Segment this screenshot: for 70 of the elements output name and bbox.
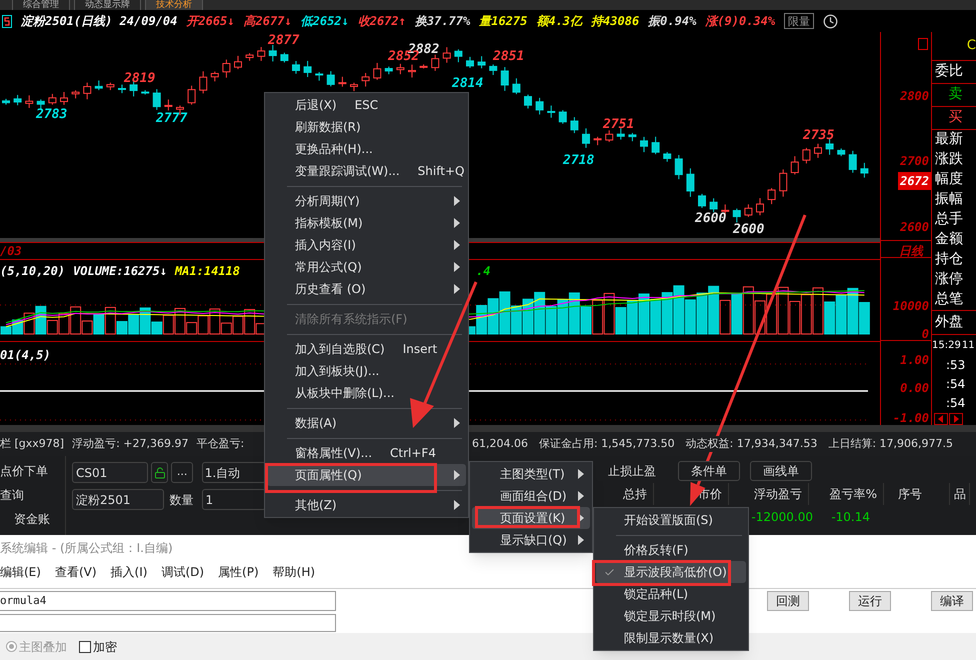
price-axis-label: 2700 [900, 153, 929, 170]
info-label: 总笔 [935, 290, 963, 310]
swing-price-label: 2814 [452, 77, 484, 91]
tick-time: :54 [946, 395, 966, 412]
indicator-title: 01(4,5) [0, 347, 51, 364]
tick-time: :53 [946, 357, 966, 374]
price-axis-label: 2800 [900, 88, 929, 105]
swing-price-label: 2819 [124, 72, 156, 86]
quote-field: 高2677↓ [244, 12, 292, 30]
swing-price-label: 2851 [493, 50, 524, 64]
tick-time: :54 [946, 376, 966, 394]
last-price-tag: 2672 [898, 172, 931, 190]
account-field: 平仓盈亏: [196, 436, 244, 452]
column-header: 序号 [894, 483, 950, 505]
table-cell-text: -10.14 [830, 509, 871, 526]
quote-field: 额4.3亿 [536, 12, 582, 30]
quote-field: 涨(9)0.34% [705, 12, 776, 30]
swing-price-label: 2735 [803, 129, 834, 143]
price-axis-label: 2600 [900, 219, 929, 236]
volume-axis-label: 0 [922, 326, 929, 343]
account-field: 动态权益: 17,934,347.53 [686, 436, 818, 452]
swing-price-label: 2751 [603, 118, 634, 132]
info-label: 持仓 [935, 250, 963, 270]
quote-field: 持43086 [591, 12, 640, 30]
shortcut-label: Ctrl+F4 [390, 445, 436, 462]
swing-price-label: 2777 [156, 112, 188, 126]
shortcut-label: Insert [402, 341, 438, 358]
account-field: 栏 [gxx978] [0, 436, 64, 452]
time-label: 15:29 [932, 338, 961, 353]
info-label: 委比 [935, 62, 963, 82]
quote-field: 振0.94% [648, 12, 696, 30]
column-header: 品 [950, 483, 970, 505]
table-cell-text: -12000.00 [750, 509, 814, 526]
period-label: 日线 [899, 243, 923, 260]
info-label: 最新 [935, 130, 963, 150]
quote-field: 换37.77% [414, 12, 470, 30]
info-label: 买 [948, 108, 962, 128]
swing-price-label: 2600 [733, 223, 764, 237]
swing-price-label: 2718 [563, 154, 594, 168]
info-label: 卖 [948, 85, 962, 104]
time-label: 11 [962, 338, 975, 353]
shortcut-label: Shift+Q [418, 163, 464, 180]
shortcut-label: ESC [354, 97, 378, 114]
indicator-axis-label: 0.00 [900, 380, 929, 397]
column-header: 盈亏率% [809, 483, 884, 505]
volume-axis-label: 10000 [892, 298, 929, 315]
info-label: 外盘 [935, 312, 963, 332]
swing-price-label: 2783 [36, 108, 68, 122]
quantity-label: 数量 [169, 492, 194, 508]
quote-title: 淀粉2501(日线) 24/09/04 [21, 13, 178, 30]
info-header: C [966, 37, 976, 56]
swing-price-label: 2600 [695, 212, 726, 226]
indicator-axis-label: 1.00 [900, 352, 929, 369]
swing-price-label: 2877 [268, 34, 300, 48]
info-label: 总手 [935, 210, 963, 230]
info-label: 涨停 [935, 270, 963, 290]
column-header: 总持 [596, 483, 654, 505]
quote-field: 收2672↑ [358, 12, 406, 30]
column-header: 浮动盈亏 [729, 483, 809, 505]
info-label: 振幅 [935, 190, 963, 210]
account-field: 浮动盈亏: +27,369.97 [72, 436, 188, 452]
window-title: 系统编辑 - (所属公式组：I.自编) [0, 540, 173, 557]
info-label: 幅度 [935, 170, 963, 190]
date-label: /03 [0, 243, 22, 260]
indicator-axis-label: -1.00 [892, 410, 929, 427]
info-label: 金额 [935, 230, 963, 250]
info-label: 涨跌 [935, 150, 963, 170]
quote-field: 量16275 [479, 12, 528, 30]
quote-field: 开2665↓ [186, 12, 234, 30]
quote-field: 低2652↓ [300, 12, 349, 30]
